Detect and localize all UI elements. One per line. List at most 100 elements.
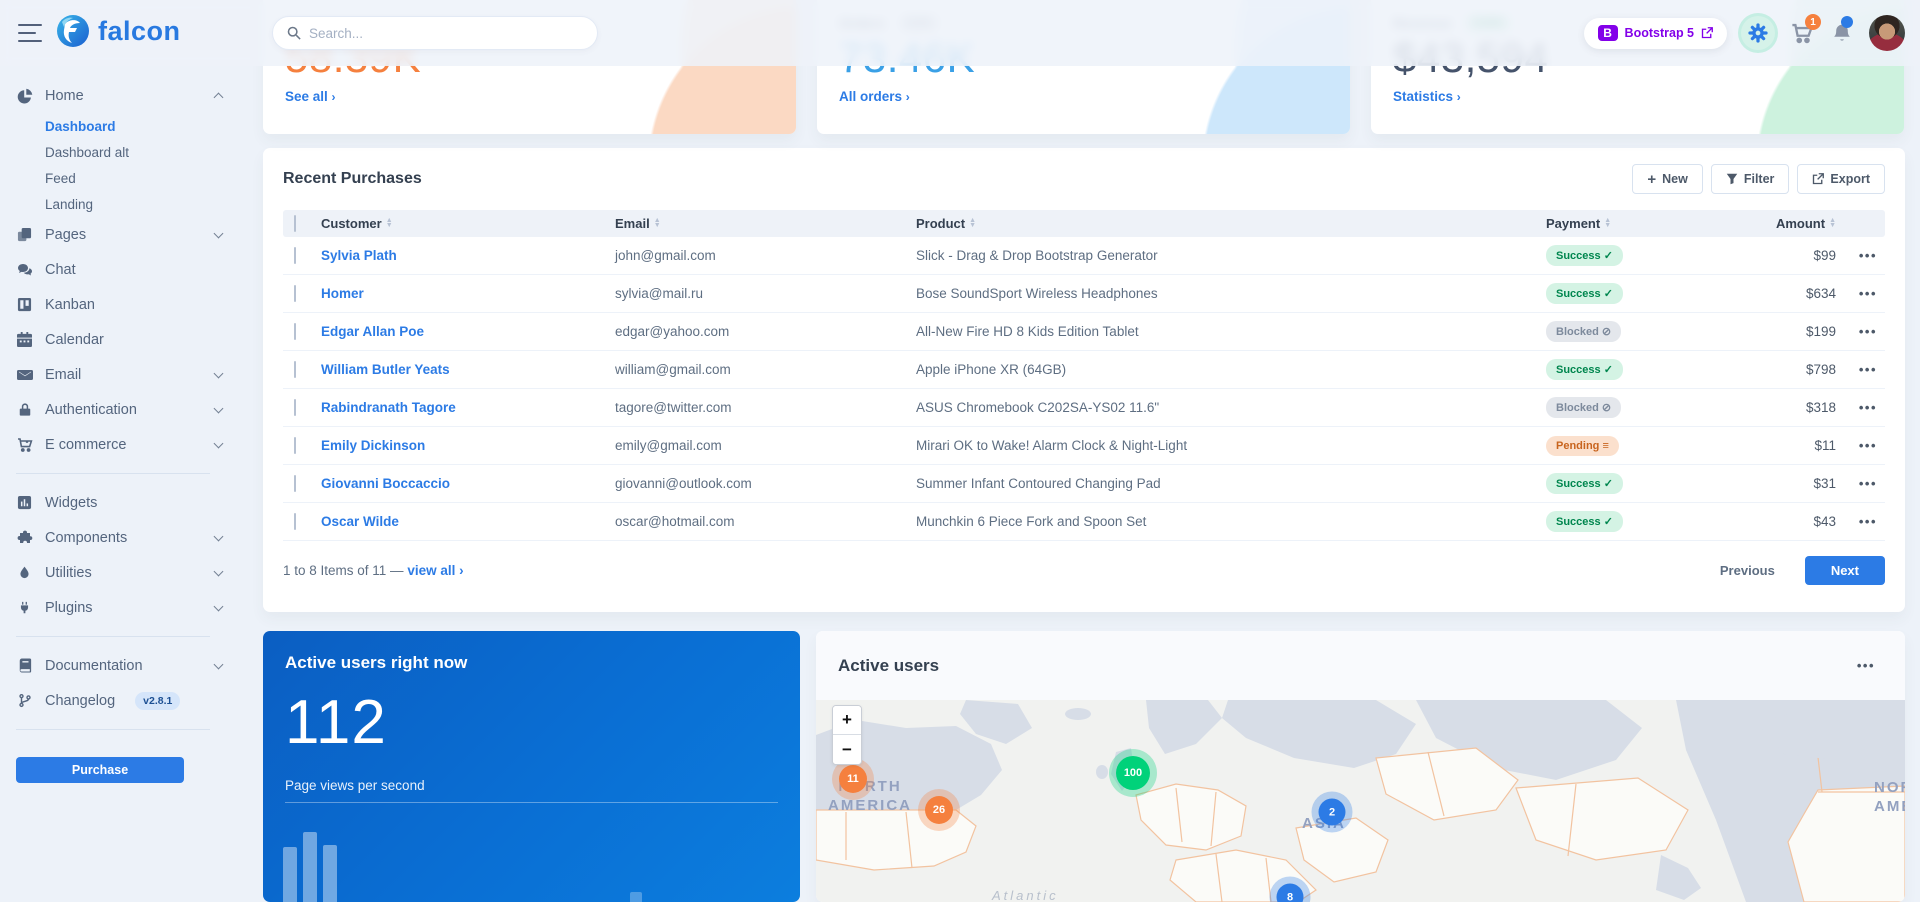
sidebar-item-kanban[interactable]: Kanban (16, 287, 210, 322)
product-cell: Bose SoundSport Wireless Headphones (916, 286, 1546, 301)
product-cell: Slick - Drag & Drop Bootstrap Generator (916, 248, 1546, 263)
amount-cell: $199 (1726, 324, 1836, 339)
sidebar-item-changelog[interactable]: Changelogv2.8.1 (16, 683, 210, 718)
see-all-link[interactable]: See all › (285, 89, 336, 104)
all-orders-link[interactable]: All orders › (839, 89, 910, 104)
map-region-label: NORTHAMERICA (1874, 778, 1905, 816)
customer-link[interactable]: Homer (321, 286, 615, 301)
column-header-email[interactable]: Email▲▼ (615, 216, 916, 231)
sidebar-divider (16, 636, 210, 637)
view-all-link[interactable]: view all › (407, 563, 463, 578)
filter-button[interactable]: Filter (1711, 164, 1790, 194)
previous-button[interactable]: Previous (1704, 557, 1791, 584)
sidebar-subitem-feed[interactable]: Feed (45, 165, 210, 191)
table-row: William Butler Yeats william@gmail.com A… (283, 351, 1885, 389)
zoom-in-button[interactable]: + (833, 706, 861, 735)
cart-button[interactable]: 1 (1789, 16, 1815, 50)
sidebar-item-components[interactable]: Components (16, 520, 210, 555)
row-checkbox[interactable] (294, 285, 296, 302)
column-header-customer[interactable]: Customer▲▼ (321, 216, 615, 231)
chevron-down-icon (214, 601, 224, 611)
customer-link[interactable]: Oscar Wilde (321, 514, 615, 529)
puzzle-icon (16, 529, 33, 546)
customer-link[interactable]: Rabindranath Tagore (321, 400, 615, 415)
falcon-logo[interactable]: falcon (56, 14, 181, 48)
customer-link[interactable]: Giovanni Boccaccio (321, 476, 615, 491)
sidebar-item-chat[interactable]: Chat (16, 252, 210, 287)
sidebar-nav: HomeDashboardDashboard altFeedLanding Pag… (0, 66, 240, 783)
sidebar-item-label: Pages (45, 227, 86, 243)
row-menu-button[interactable]: ••• (1836, 286, 1885, 301)
customer-link[interactable]: Sylvia Plath (321, 248, 615, 263)
row-menu-button[interactable]: ••• (1836, 324, 1885, 339)
customer-link[interactable]: Edgar Allan Poe (321, 324, 615, 339)
map-marker[interactable]: 11 (839, 765, 867, 793)
row-checkbox[interactable] (294, 323, 296, 340)
world-map[interactable]: + − (816, 700, 1905, 902)
export-button[interactable]: Export (1797, 164, 1885, 194)
chevron-up-icon (214, 92, 224, 102)
column-header-amount[interactable]: Amount▲▼ (1726, 216, 1836, 231)
row-checkbox[interactable] (294, 361, 296, 378)
purchase-button[interactable]: Purchase (16, 757, 184, 783)
sidebar-item-documentation[interactable]: Documentation (16, 648, 210, 683)
customer-link[interactable]: Emily Dickinson (321, 438, 615, 453)
zoom-out-button[interactable]: − (833, 735, 861, 764)
sidebar-subitem-dashboard[interactable]: Dashboard (45, 113, 210, 139)
sidebar-item-authentication[interactable]: Authentication (16, 392, 210, 427)
table-header-row: Customer▲▼ Email▲▼ Product▲▼ Payment▲▼ A… (283, 210, 1885, 237)
bootstrap5-badge[interactable]: B Bootstrap 5 (1584, 18, 1727, 49)
version-badge: v2.8.1 (135, 692, 180, 710)
row-checkbox[interactable] (294, 513, 296, 530)
row-checkbox[interactable] (294, 475, 296, 492)
sort-icon: ▲▼ (1829, 219, 1836, 228)
sidebar-item-email[interactable]: Email (16, 357, 210, 392)
product-cell: Apple iPhone XR (64GB) (916, 362, 1546, 377)
payment-status-badge: Success ✓ (1546, 511, 1623, 532)
sidebar-divider (16, 729, 210, 730)
new-button[interactable]: +New (1632, 164, 1702, 194)
row-menu-button[interactable]: ••• (1836, 400, 1885, 415)
search-input[interactable] (309, 26, 583, 41)
row-menu-button[interactable]: ••• (1836, 476, 1885, 491)
sidebar-item-calendar[interactable]: Calendar (16, 322, 210, 357)
card-menu-button[interactable]: ••• (1857, 658, 1883, 673)
column-header-payment[interactable]: Payment▲▼ (1546, 216, 1726, 231)
map-land-shapes (816, 700, 1905, 902)
row-checkbox[interactable] (294, 247, 296, 264)
sidebar-item-plugins[interactable]: Plugins (16, 590, 210, 625)
row-menu-button[interactable]: ••• (1836, 438, 1885, 453)
row-checkbox[interactable] (294, 399, 296, 416)
sidebar-item-home[interactable]: Home (16, 78, 210, 113)
row-checkbox[interactable] (294, 437, 296, 454)
next-button[interactable]: Next (1805, 556, 1885, 585)
user-avatar[interactable] (1869, 15, 1905, 51)
customer-link[interactable]: William Butler Yeats (321, 362, 615, 377)
hamburger-menu-icon[interactable] (18, 24, 42, 42)
sort-icon: ▲▼ (1604, 219, 1611, 228)
map-marker[interactable]: 26 (925, 796, 953, 824)
column-header-product[interactable]: Product▲▼ (916, 216, 1546, 231)
statistics-link[interactable]: Statistics › (1393, 89, 1461, 104)
sidebar-item-label: Chat (45, 262, 76, 278)
map-marker[interactable]: 100 (1116, 756, 1150, 790)
sidebar-subitem-dashboard-alt[interactable]: Dashboard alt (45, 139, 210, 165)
settings-button[interactable] (1741, 16, 1775, 50)
select-all-checkbox[interactable] (294, 215, 296, 232)
sidebar-item-label: Plugins (45, 600, 93, 616)
book-icon (16, 657, 33, 674)
row-menu-button[interactable]: ••• (1836, 362, 1885, 377)
row-menu-button[interactable]: ••• (1836, 514, 1885, 529)
sidebar-item-pages[interactable]: Pages (16, 217, 210, 252)
sidebar-subitem-landing[interactable]: Landing (45, 191, 210, 217)
sidebar-item-widgets[interactable]: Widgets (16, 485, 210, 520)
amount-cell: $634 (1726, 286, 1836, 301)
email-cell: giovanni@outlook.com (615, 476, 916, 491)
product-cell: All-New Fire HD 8 Kids Edition Tablet (916, 324, 1546, 339)
search-box[interactable] (272, 16, 598, 50)
sidebar-item-utilities[interactable]: Utilities (16, 555, 210, 590)
row-menu-button[interactable]: ••• (1836, 248, 1885, 263)
notifications-button[interactable] (1829, 16, 1855, 50)
sidebar-item-e-commerce[interactable]: E commerce (16, 427, 210, 462)
map-marker[interactable]: 2 (1319, 799, 1346, 826)
